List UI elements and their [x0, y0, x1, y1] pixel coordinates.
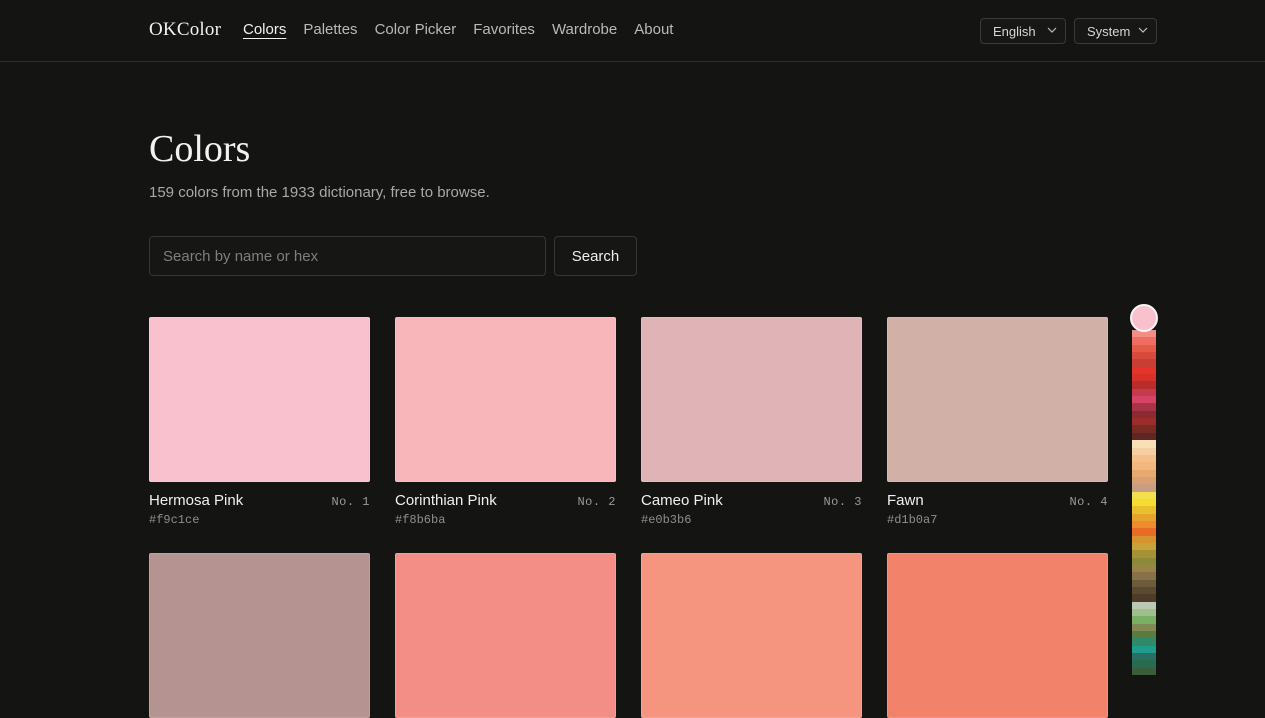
scrubber-swatch[interactable] [1132, 667, 1156, 675]
scrubber-swatch[interactable] [1132, 476, 1156, 485]
color-scrubber-strip[interactable] [1132, 330, 1156, 675]
scrubber-swatch[interactable] [1132, 462, 1156, 470]
scrubber-swatch[interactable] [1132, 601, 1156, 610]
scrubber-swatch[interactable] [1132, 616, 1156, 624]
scrubber-swatch[interactable] [1132, 653, 1156, 661]
scrubber-swatch[interactable] [1132, 638, 1156, 646]
site-logo[interactable]: OKColor [149, 19, 221, 41]
nav-favorites-link[interactable]: Favorites [473, 21, 535, 38]
color-swatch[interactable] [641, 317, 862, 482]
color-card[interactable] [149, 553, 370, 718]
language-select[interactable]: English [980, 18, 1066, 44]
scrubber-swatch[interactable] [1132, 418, 1156, 426]
scrubber-swatch[interactable] [1132, 410, 1156, 419]
scrubber-swatch[interactable] [1132, 542, 1156, 551]
color-swatch[interactable] [395, 317, 616, 482]
scrubber-swatch[interactable] [1132, 623, 1156, 632]
scrubber-swatch[interactable] [1132, 587, 1156, 595]
color-name: Hermosa Pink [149, 492, 244, 509]
color-card[interactable]: Fawn No. 4 #d1b0a7 [887, 317, 1108, 527]
scrubber-swatch[interactable] [1132, 631, 1156, 639]
color-hex: #d1b0a7 [887, 513, 938, 527]
search-button[interactable]: Search [554, 236, 637, 276]
color-swatch[interactable] [149, 317, 370, 482]
scrubber-swatch[interactable] [1132, 396, 1156, 404]
scrubber-swatch[interactable] [1132, 535, 1156, 543]
scrubber-swatch[interactable] [1132, 469, 1156, 477]
scrubber-swatch[interactable] [1132, 454, 1156, 463]
top-navigation-bar: OKColor Colors Palettes Color Picker Fav… [0, 0, 1265, 62]
theme-select[interactable]: System [1074, 18, 1157, 44]
scrubber-swatch[interactable] [1132, 565, 1156, 573]
scrubber-swatch[interactable] [1132, 513, 1156, 521]
scrubber-swatch[interactable] [1132, 403, 1156, 411]
color-card[interactable]: Hermosa Pink No. 1 #f9c1ce [149, 317, 370, 527]
scrubber-swatch[interactable] [1132, 447, 1156, 455]
scrubber-swatch[interactable] [1132, 359, 1156, 367]
scrubber-swatch[interactable] [1132, 381, 1156, 389]
scrubber-swatch[interactable] [1132, 374, 1156, 382]
color-number: No. 3 [823, 495, 862, 509]
color-card[interactable] [395, 553, 616, 718]
scrubber-swatch[interactable] [1132, 645, 1156, 654]
scrubber-swatch[interactable] [1132, 366, 1156, 375]
color-swatch[interactable] [395, 553, 616, 718]
scrubber-swatch[interactable] [1132, 609, 1156, 617]
color-card[interactable] [641, 553, 862, 718]
nav-palettes-link[interactable]: Palettes [303, 21, 357, 38]
language-select-value: English [993, 24, 1036, 39]
nav-colors-link[interactable]: Colors [243, 21, 286, 38]
color-swatch[interactable] [149, 553, 370, 718]
page-subtitle: 159 colors from the 1933 dictionary, fre… [149, 184, 490, 201]
color-name: Fawn [887, 492, 924, 509]
scrubber-swatch[interactable] [1132, 557, 1156, 565]
scrubber-handle[interactable] [1130, 304, 1158, 332]
scrubber-swatch[interactable] [1132, 491, 1156, 499]
scrubber-swatch[interactable] [1132, 352, 1156, 360]
color-card[interactable] [887, 553, 1108, 718]
color-swatch[interactable] [887, 317, 1108, 482]
scrubber-swatch[interactable] [1132, 520, 1156, 529]
color-hex: #f9c1ce [149, 513, 200, 527]
main-nav: Colors Palettes Color Picker Favorites W… [243, 21, 673, 38]
scrubber-swatch[interactable] [1132, 440, 1156, 448]
search-input[interactable] [149, 236, 546, 276]
color-card[interactable]: Corinthian Pink No. 2 #f8b6ba [395, 317, 616, 527]
color-number: No. 1 [331, 495, 370, 509]
color-name: Cameo Pink [641, 492, 723, 509]
scrubber-swatch[interactable] [1132, 498, 1156, 507]
scrubber-swatch[interactable] [1132, 337, 1156, 345]
nav-wardrobe-link[interactable]: Wardrobe [552, 21, 617, 38]
color-hex: #e0b3b6 [641, 513, 692, 527]
color-card[interactable]: Cameo Pink No. 3 #e0b3b6 [641, 317, 862, 527]
color-name: Corinthian Pink [395, 492, 497, 509]
scrubber-swatch[interactable] [1132, 425, 1156, 433]
color-number: No. 4 [1069, 495, 1108, 509]
scrubber-swatch[interactable] [1132, 528, 1156, 536]
scrubber-swatch[interactable] [1132, 388, 1156, 397]
chevron-down-icon [1047, 27, 1057, 33]
scrubber-swatch[interactable] [1132, 432, 1156, 441]
scrubber-swatch[interactable] [1132, 484, 1156, 492]
scrubber-swatch[interactable] [1132, 506, 1156, 514]
color-swatch[interactable] [887, 553, 1108, 718]
scrubber-swatch[interactable] [1132, 660, 1156, 668]
chevron-down-icon [1138, 27, 1148, 33]
scrubber-swatch[interactable] [1132, 572, 1156, 580]
scrubber-swatch[interactable] [1132, 550, 1156, 558]
theme-select-value: System [1087, 24, 1131, 39]
nav-color-picker-link[interactable]: Color Picker [375, 21, 457, 38]
color-number: No. 2 [577, 495, 616, 509]
color-hex: #f8b6ba [395, 513, 446, 527]
page-title: Colors [149, 128, 251, 170]
scrubber-swatch[interactable] [1132, 579, 1156, 588]
color-swatch[interactable] [641, 553, 862, 718]
scrubber-swatch[interactable] [1132, 344, 1156, 353]
nav-about-link[interactable]: About [634, 21, 673, 38]
scrubber-swatch[interactable] [1132, 594, 1156, 602]
